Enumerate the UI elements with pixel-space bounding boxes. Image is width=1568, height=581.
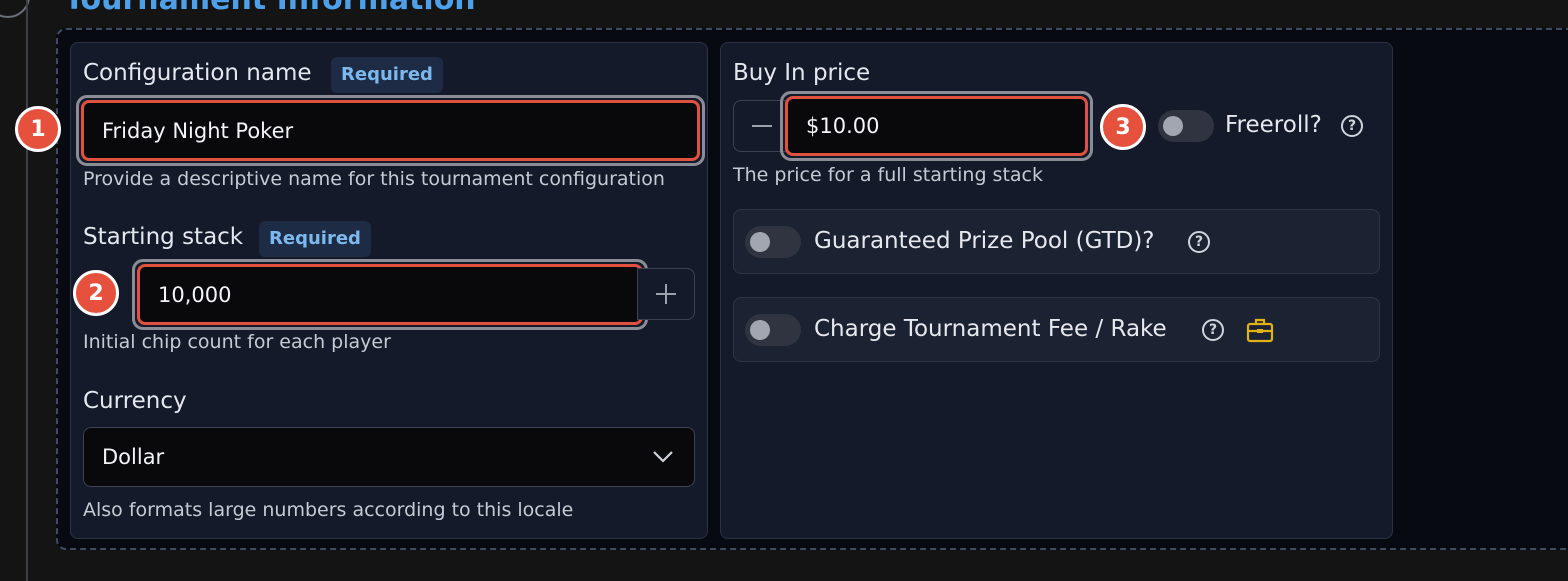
buy-in-input[interactable]: $10.00: [785, 96, 1088, 156]
rake-label: Charge Tournament Fee / Rake: [814, 316, 1167, 342]
starting-stack-input[interactable]: 10,000: [137, 264, 643, 325]
help-icon[interactable]: ?: [1188, 231, 1210, 253]
toggle-knob: [750, 232, 770, 252]
currency-help: Also formats large numbers according to …: [83, 499, 574, 521]
buy-in-label: Buy In price: [733, 60, 871, 86]
section-title: Tournament Information: [64, 0, 476, 17]
config-name-input[interactable]: Friday Night Poker: [81, 100, 700, 161]
config-name-help: Provide a descriptive name for this tour…: [83, 168, 665, 190]
increment-button[interactable]: [637, 268, 695, 320]
starting-stack-help: Initial chip count for each player: [83, 331, 391, 353]
annotation-marker-1: 1: [15, 106, 61, 152]
toggle-knob: [1163, 116, 1183, 136]
toggle-knob: [750, 320, 770, 340]
briefcase-icon: [1246, 317, 1274, 347]
annotation-marker-2: 2: [73, 270, 119, 316]
freeroll-label: Freeroll?: [1225, 112, 1322, 138]
currency-label: Currency: [83, 388, 187, 414]
chevron-down-icon: [653, 451, 673, 463]
currency-selected-value: Dollar: [102, 445, 165, 469]
buy-in-help: The price for a full starting stack: [733, 164, 1043, 186]
freeroll-toggle[interactable]: [1158, 110, 1214, 142]
required-badge: Required: [259, 221, 371, 257]
help-icon[interactable]: ?: [1341, 115, 1363, 137]
plus-icon: [656, 284, 676, 304]
currency-select[interactable]: Dollar: [83, 427, 695, 487]
minus-icon: [752, 125, 772, 127]
rake-toggle[interactable]: [745, 314, 801, 346]
required-badge: Required: [331, 57, 443, 93]
starting-stack-label: Starting stack: [83, 224, 244, 250]
config-name-label: Configuration name: [83, 60, 312, 86]
help-icon[interactable]: ?: [1202, 319, 1224, 341]
timeline-line: [26, 0, 28, 581]
gtd-label: Guaranteed Prize Pool (GTD)?: [814, 228, 1155, 254]
gtd-toggle[interactable]: [745, 226, 801, 258]
annotation-marker-3: 3: [1100, 104, 1146, 150]
